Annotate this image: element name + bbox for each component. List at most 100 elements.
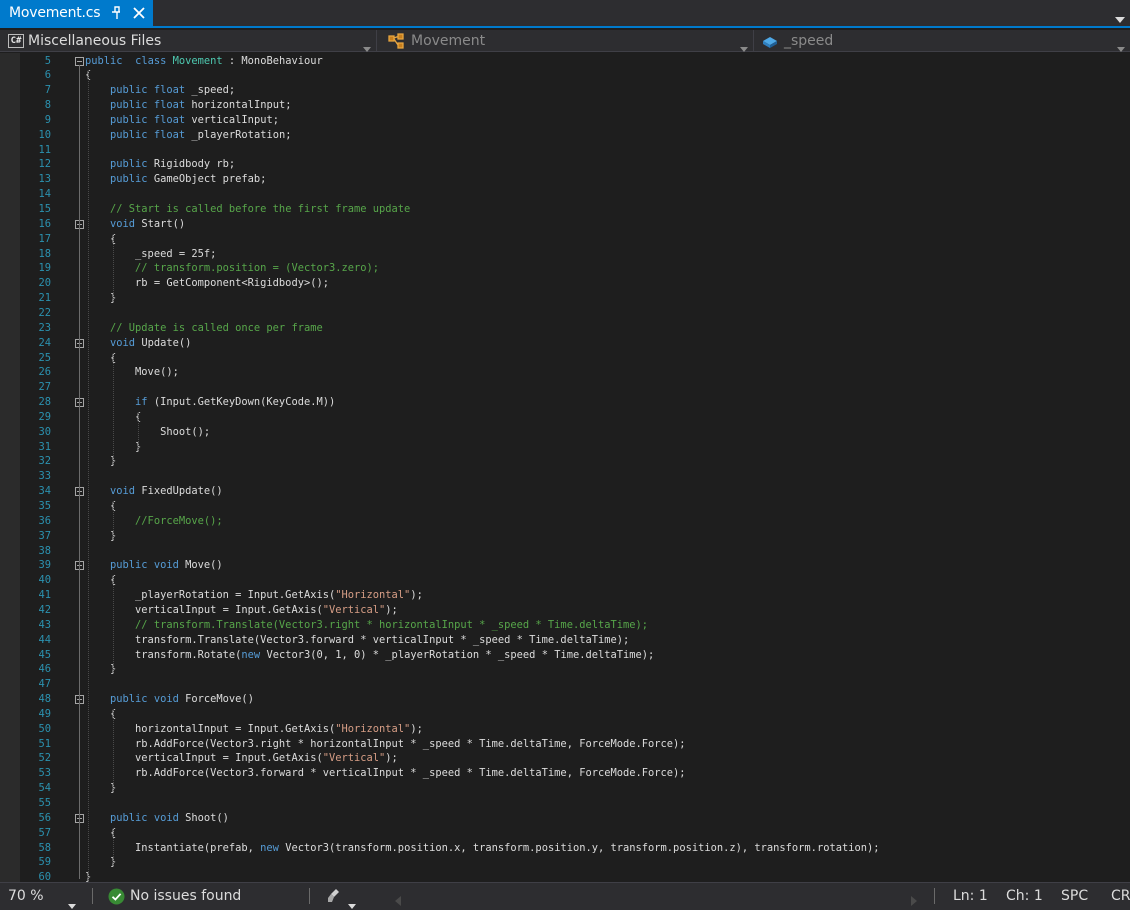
code-text: transform.Translate(Vector3.forward * ve… bbox=[85, 633, 629, 648]
code-line[interactable]: 43 // transform.Translate(Vector3.right … bbox=[0, 618, 1130, 633]
code-line[interactable]: 19 // transform.position = (Vector3.zero… bbox=[0, 261, 1130, 276]
code-line[interactable]: 41 _playerRotation = Input.GetAxis("Hori… bbox=[0, 588, 1130, 603]
issues-status[interactable]: No issues found bbox=[130, 888, 241, 904]
separator bbox=[934, 888, 935, 904]
code-line[interactable]: 7 public float _speed; bbox=[0, 83, 1130, 98]
code-line[interactable]: 48 public void ForceMove() bbox=[0, 692, 1130, 707]
code-line[interactable]: 5 public class Movement : MonoBehaviour bbox=[0, 54, 1130, 69]
code-line[interactable]: 54 } bbox=[0, 781, 1130, 796]
code-line[interactable]: 33 bbox=[0, 469, 1130, 484]
code-line[interactable]: 14 bbox=[0, 187, 1130, 202]
type-dropdown[interactable]: Movement bbox=[387, 30, 754, 52]
code-text: transform.Rotate(new Vector3(0, 1, 0) * … bbox=[85, 648, 654, 663]
code-line[interactable]: 52 verticalInput = Input.GetAxis("Vertic… bbox=[0, 751, 1130, 766]
code-line[interactable]: 56 public void Shoot() bbox=[0, 811, 1130, 826]
code-editor[interactable]: 5 public class Movement : MonoBehaviour 6{… bbox=[0, 53, 1130, 882]
code-line[interactable]: 58 Instantiate(prefab, new Vector3(trans… bbox=[0, 841, 1130, 856]
project-dropdown[interactable]: C# Miscellaneous Files bbox=[8, 30, 377, 52]
code-token: "Horizontal" bbox=[335, 722, 411, 735]
line-number: 10 bbox=[38, 128, 51, 141]
code-line[interactable]: 59 } bbox=[0, 855, 1130, 870]
line-ending[interactable]: CRLF bbox=[1111, 888, 1130, 904]
indent-guide bbox=[113, 501, 115, 541]
whitespace-mode[interactable]: SPC bbox=[1061, 888, 1088, 904]
code-line[interactable]: 29 { bbox=[0, 410, 1130, 425]
code-line[interactable]: 32 } bbox=[0, 454, 1130, 469]
code-token: verticalInput = Input.GetAxis( bbox=[85, 603, 323, 616]
code-text: public void ForceMove() bbox=[85, 692, 254, 707]
indent-guide bbox=[113, 827, 115, 868]
code-line[interactable]: 44 transform.Translate(Vector3.forward *… bbox=[0, 633, 1130, 648]
code-token: Update() bbox=[135, 336, 192, 349]
code-line[interactable]: 51 rb.AddForce(Vector3.right * horizonta… bbox=[0, 737, 1130, 752]
pin-icon[interactable] bbox=[111, 6, 123, 20]
code-line[interactable]: 15 // Start is called before the first f… bbox=[0, 202, 1130, 217]
code-line[interactable]: 12 public Rigidbody rb; bbox=[0, 157, 1130, 172]
member-dropdown[interactable]: _speed bbox=[762, 30, 1130, 52]
chevron-down-icon[interactable] bbox=[1115, 9, 1125, 23]
code-line[interactable]: 27 bbox=[0, 380, 1130, 395]
chevron-down-icon[interactable] bbox=[348, 895, 356, 909]
code-line[interactable]: 11 bbox=[0, 143, 1130, 158]
line-number: 55 bbox=[38, 797, 51, 809]
code-line[interactable]: 23 // Update is called once per frame bbox=[0, 321, 1130, 336]
close-icon[interactable] bbox=[131, 5, 147, 21]
code-text: public float horizontalInput; bbox=[85, 98, 291, 113]
chevron-down-icon[interactable] bbox=[68, 895, 76, 909]
code-line[interactable]: 38 bbox=[0, 544, 1130, 559]
code-line[interactable]: 34 void FixedUpdate() bbox=[0, 484, 1130, 499]
code-line[interactable]: 22 bbox=[0, 306, 1130, 321]
scroll-left-icon[interactable] bbox=[394, 891, 402, 906]
code-line[interactable]: 47 bbox=[0, 677, 1130, 692]
code-line[interactable]: 21 } bbox=[0, 291, 1130, 306]
tab-movement-cs[interactable]: Movement.cs bbox=[0, 0, 153, 26]
code-line[interactable]: 20 rb = GetComponent<Rigidbody>(); bbox=[0, 276, 1130, 291]
code-line[interactable]: 37 } bbox=[0, 529, 1130, 544]
code-line[interactable]: 8 public float horizontalInput; bbox=[0, 98, 1130, 113]
code-token: class bbox=[135, 54, 167, 67]
code-line[interactable]: 46 } bbox=[0, 662, 1130, 677]
line-number: 31 bbox=[38, 440, 51, 453]
line-number: 17 bbox=[38, 232, 51, 245]
code-line[interactable]: 16 void Start() bbox=[0, 217, 1130, 232]
code-line[interactable]: 18 _speed = 25f; bbox=[0, 247, 1130, 262]
code-line[interactable]: 25 { bbox=[0, 351, 1130, 366]
code-text: if (Input.GetKeyDown(KeyCode.M)) bbox=[85, 395, 335, 410]
code-text: { bbox=[85, 707, 116, 722]
code-line[interactable]: 39 public void Move() bbox=[0, 558, 1130, 573]
code-line[interactable]: 10 public float _playerRotation; bbox=[0, 128, 1130, 143]
code-line[interactable]: 28 if (Input.GetKeyDown(KeyCode.M)) bbox=[0, 395, 1130, 410]
code-line[interactable]: 36 //ForceMove(); bbox=[0, 514, 1130, 529]
code-token: GameObject prefab; bbox=[147, 173, 267, 186]
code-line[interactable]: 57 { bbox=[0, 826, 1130, 841]
code-line[interactable]: 6{ bbox=[0, 68, 1130, 83]
code-line[interactable]: 45 transform.Rotate(new Vector3(0, 1, 0)… bbox=[0, 648, 1130, 663]
code-line[interactable]: 9 public float verticalInput; bbox=[0, 113, 1130, 128]
zoom-level[interactable]: 70 % bbox=[8, 888, 44, 904]
code-token: verticalInput = Input.GetAxis( bbox=[85, 752, 323, 765]
line-number: 15 bbox=[38, 203, 51, 215]
code-token: { bbox=[85, 826, 117, 839]
line-number: 42 bbox=[38, 603, 51, 616]
code-line[interactable]: 55 bbox=[0, 796, 1130, 811]
code-line[interactable]: 35 { bbox=[0, 499, 1130, 514]
scroll-right-icon[interactable] bbox=[910, 891, 918, 906]
code-line[interactable]: 42 verticalInput = Input.GetAxis("Vertic… bbox=[0, 603, 1130, 618]
code-text: _speed = 25f; bbox=[85, 247, 216, 262]
code-line[interactable]: 13 public GameObject prefab; bbox=[0, 172, 1130, 187]
code-line[interactable]: 17 { bbox=[0, 232, 1130, 247]
column-position[interactable]: Ch: 1 bbox=[1006, 888, 1043, 904]
code-line[interactable]: 30 Shoot(); bbox=[0, 425, 1130, 440]
code-line[interactable]: 50 horizontalInput = Input.GetAxis("Hori… bbox=[0, 722, 1130, 737]
code-line[interactable]: 60} bbox=[0, 870, 1130, 882]
code-line[interactable]: 31 } bbox=[0, 440, 1130, 455]
code-line[interactable]: 49 { bbox=[0, 707, 1130, 722]
code-cleanup-icon[interactable] bbox=[327, 888, 343, 904]
code-line[interactable]: 53 rb.AddForce(Vector3.forward * vertica… bbox=[0, 766, 1130, 781]
code-line[interactable]: 26 Move(); bbox=[0, 365, 1130, 380]
code-token: // Update is called once per frame bbox=[110, 321, 323, 334]
line-position[interactable]: Ln: 1 bbox=[953, 888, 988, 904]
code-line[interactable]: 40 { bbox=[0, 573, 1130, 588]
code-line[interactable]: 24 void Update() bbox=[0, 336, 1130, 351]
code-text: { bbox=[85, 499, 116, 514]
